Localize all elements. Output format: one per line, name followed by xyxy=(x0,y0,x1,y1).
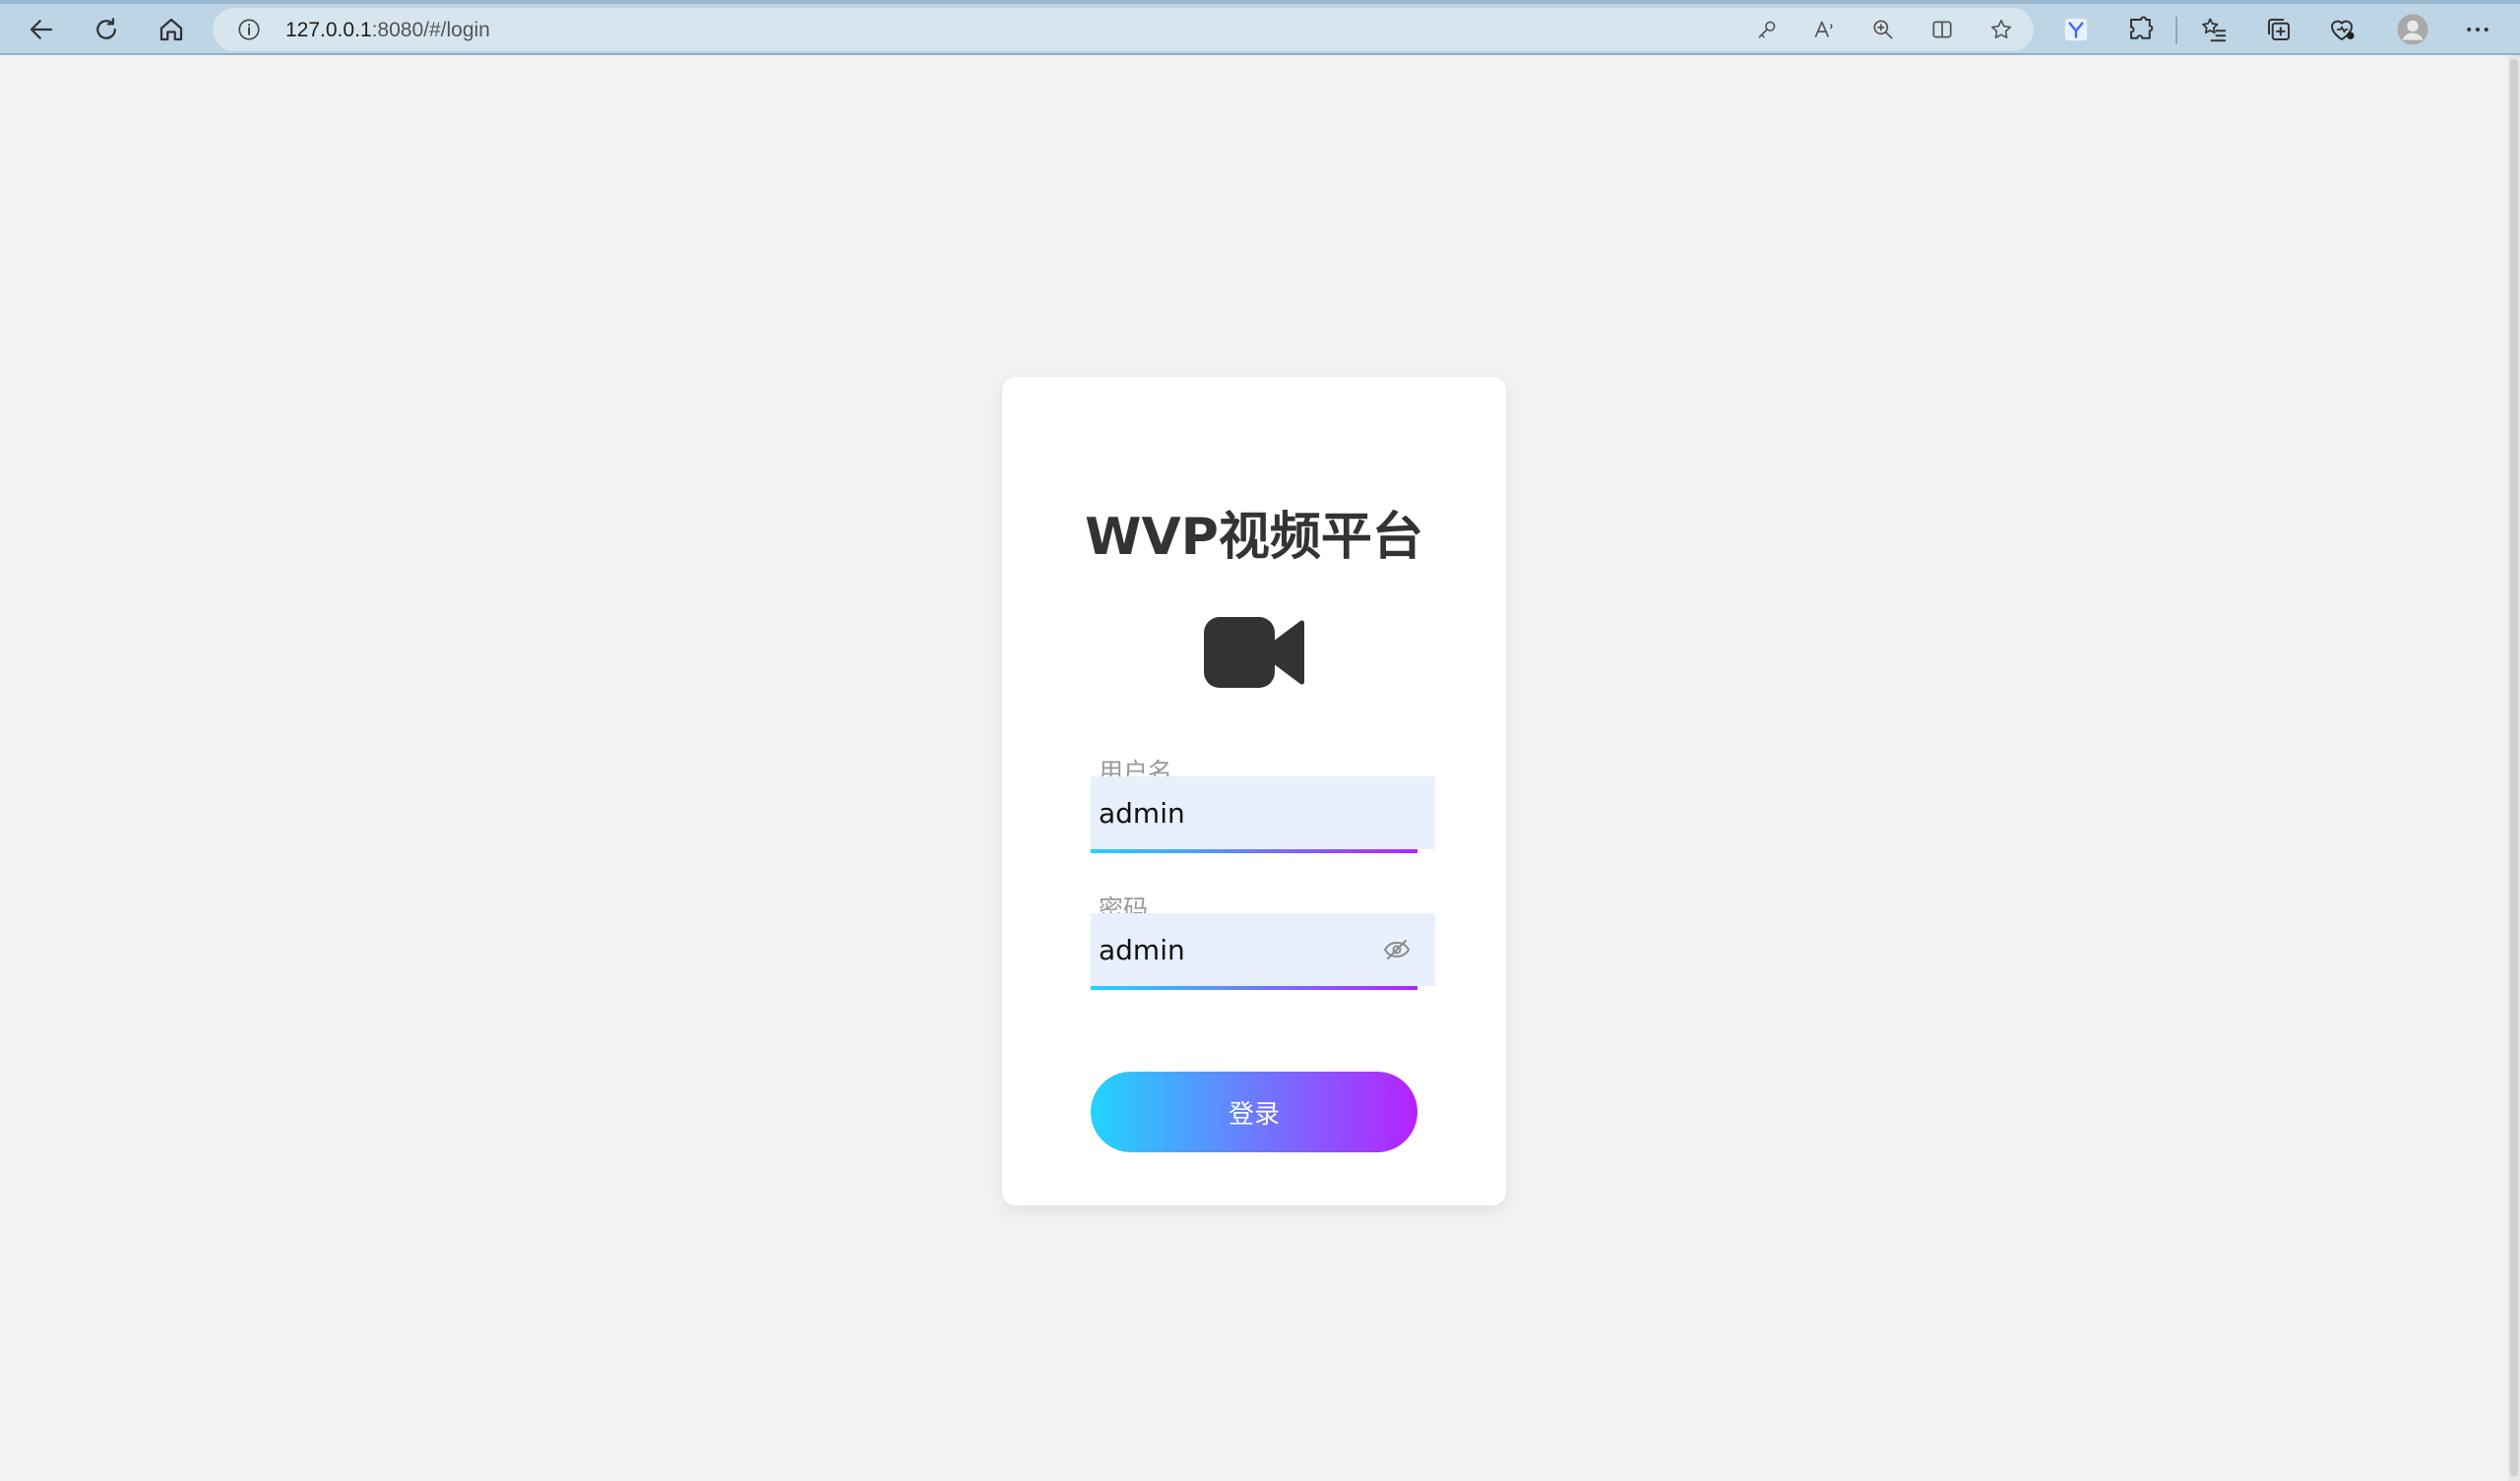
extensions-puzzle-icon[interactable] xyxy=(2126,15,2156,44)
read-aloud-icon[interactable] xyxy=(1811,17,1837,42)
refresh-button[interactable] xyxy=(85,8,128,51)
username-input[interactable] xyxy=(1091,776,1386,849)
page-scrollbar[interactable] xyxy=(2508,55,2520,1481)
zoom-icon[interactable] xyxy=(1870,17,1896,42)
password-input-box[interactable] xyxy=(1091,913,1435,986)
back-button[interactable] xyxy=(20,8,63,51)
login-button[interactable]: 登录 xyxy=(1091,1072,1418,1152)
video-camera-icon xyxy=(1204,617,1304,688)
url-text[interactable]: 127.0.0.1:8080/#/login xyxy=(285,19,490,42)
favorite-star-icon[interactable] xyxy=(1988,17,2014,42)
home-button[interactable] xyxy=(150,8,193,51)
extension-app-icon[interactable] xyxy=(2061,15,2091,44)
username-input-box[interactable] xyxy=(1091,776,1435,849)
collections-icon[interactable] xyxy=(2264,15,2294,44)
password-underline xyxy=(1091,986,1418,990)
url-host: 127.0.0.1 xyxy=(285,19,372,41)
login-card: WVP视频平台 用户名 密码 登录 xyxy=(1002,377,1506,1205)
site-info-icon[interactable] xyxy=(236,17,262,42)
split-screen-icon[interactable] xyxy=(1929,17,1955,42)
browser-essentials-icon[interactable] xyxy=(2327,15,2357,44)
url-path: :8080/#/login xyxy=(371,19,490,41)
browser-toolbar: 127.0.0.1:8080/#/login xyxy=(0,0,2520,55)
favorites-icon[interactable] xyxy=(2199,15,2229,44)
address-bar[interactable]: 127.0.0.1:8080/#/login xyxy=(213,8,2034,51)
more-menu-icon[interactable] xyxy=(2463,15,2492,44)
password-key-icon[interactable] xyxy=(1754,17,1780,42)
profile-avatar-icon[interactable] xyxy=(2396,13,2429,46)
toolbar-divider xyxy=(2175,17,2177,44)
scrollbar-thumb[interactable] xyxy=(2510,59,2518,1476)
hide-password-eye-icon[interactable] xyxy=(1382,938,1412,961)
back-icon xyxy=(30,20,53,39)
home-icon xyxy=(159,18,183,41)
login-title: WVP视频平台 xyxy=(1085,508,1423,567)
password-input[interactable] xyxy=(1091,913,1386,986)
username-underline xyxy=(1091,849,1418,853)
refresh-icon xyxy=(96,18,116,39)
